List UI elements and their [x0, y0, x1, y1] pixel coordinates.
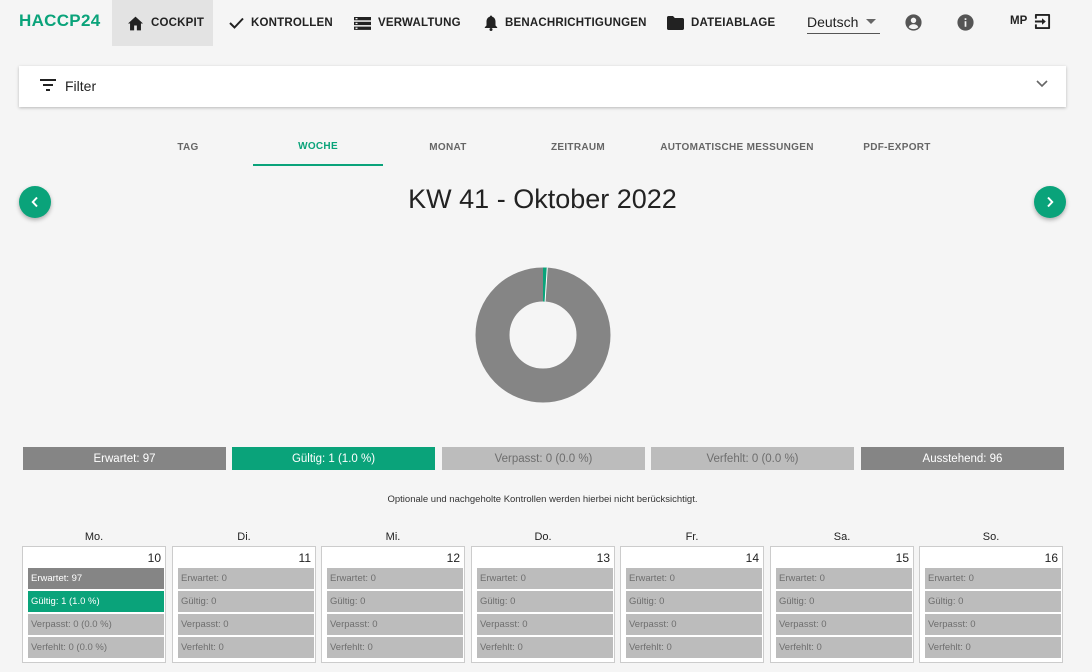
day-erwartet: Erwartet: 0 [925, 568, 1061, 589]
info-note: Optionale und nachgeholte Kontrollen wer… [387, 494, 698, 505]
day-date: 12 [446, 551, 460, 565]
nav-verwaltung-label: VERWALTUNG [378, 17, 461, 29]
language-value: Deutsch [807, 13, 859, 30]
day-header: Fr. [685, 531, 699, 543]
brand-logo[interactable]: HACCP24 [19, 11, 100, 31]
tab-monat[interactable]: MONAT [383, 128, 513, 166]
user-logout-button[interactable]: MP [1010, 10, 1051, 32]
day-card[interactable]: 13 Erwartet: 0 Gültig: 0 Verpasst: 0 Ver… [471, 546, 615, 663]
day-header: Sa. [833, 531, 851, 543]
day-card[interactable]: 16 Erwartet: 0 Gültig: 0 Verpasst: 0 Ver… [919, 546, 1063, 663]
info-icon[interactable] [955, 12, 975, 32]
summary-verpasst: Verpasst: 0 (0.0 %) [442, 447, 645, 470]
summary-ausstehend: Ausstehend: 96 [861, 447, 1064, 470]
day-verpasst: Verpasst: 0 [178, 614, 314, 635]
day-date: 11 [298, 551, 311, 565]
filter-panel[interactable]: Filter [19, 66, 1066, 107]
day-verfehlt: Verfehlt: 0 [925, 637, 1061, 658]
nav-verwaltung[interactable]: VERWALTUNG [354, 0, 461, 46]
nav-cockpit-label: COCKPIT [151, 17, 205, 29]
summary-erwartet: Erwartet: 97 [23, 447, 226, 470]
day-erwartet: Erwartet: 97 [28, 568, 164, 589]
day-verpasst: Verpasst: 0 [925, 614, 1061, 635]
day-gueltig: Gültig: 0 [327, 591, 463, 612]
check-icon [229, 17, 244, 29]
day-header: Mi. [385, 531, 401, 543]
logout-icon [1035, 13, 1051, 29]
tab-tag[interactable]: TAG [123, 128, 253, 166]
nav-benachrichtigungen-label: BENACHRICHTIGUNGEN [505, 17, 647, 29]
day-gueltig: Gültig: 0 [925, 591, 1061, 612]
user-initials: MP [1010, 15, 1028, 27]
nav-benachrichtigungen[interactable]: BENACHRICHTIGUNGEN [484, 0, 647, 46]
day-verfehlt: Verfehlt: 0 (0.0 %) [28, 637, 164, 658]
day-erwartet: Erwartet: 0 [178, 568, 314, 589]
day-card[interactable]: 15 Erwartet: 0 Gültig: 0 Verpasst: 0 Ver… [770, 546, 914, 663]
account-icon[interactable] [903, 12, 923, 32]
dropdown-arrow-icon [866, 18, 876, 24]
day-date: 13 [596, 551, 610, 565]
day-verfehlt: Verfehlt: 0 [626, 637, 762, 658]
storage-icon [354, 16, 371, 30]
tab-woche[interactable]: WOCHE [253, 128, 383, 166]
filter-icon [40, 79, 56, 91]
day-erwartet: Erwartet: 0 [477, 568, 613, 589]
day-verpasst: Verpasst: 0 [776, 614, 912, 635]
day-gueltig: Gültig: 0 [178, 591, 314, 612]
day-date: 14 [745, 551, 759, 565]
day-card[interactable]: 10 Erwartet: 97 Gültig: 1 (1.0 %) Verpas… [22, 546, 166, 663]
day-gueltig: Gültig: 1 (1.0 %) [28, 591, 164, 612]
day-verfehlt: Verfehlt: 0 [776, 637, 912, 658]
nav-kontrollen[interactable]: KONTROLLEN [229, 0, 333, 46]
day-header: Do. [534, 531, 552, 543]
day-card[interactable]: 14 Erwartet: 0 Gültig: 0 Verpasst: 0 Ver… [620, 546, 764, 663]
day-verpasst: Verpasst: 0 (0.0 %) [28, 614, 164, 635]
chevron-right-icon [1047, 196, 1054, 208]
day-verpasst: Verpasst: 0 [477, 614, 613, 635]
day-verfehlt: Verfehlt: 0 [178, 637, 314, 658]
summary-gueltig: Gültig: 1 (1.0 %) [232, 447, 435, 470]
day-date: 10 [147, 551, 161, 565]
top-app-bar: HACCP24 COCKPIT KONTROLLEN VERWALTUNG BE… [0, 0, 1092, 46]
summary-verfehlt: Verfehlt: 0 (0.0 %) [651, 447, 854, 470]
day-header: Mo. [84, 531, 104, 543]
day-verfehlt: Verfehlt: 0 [327, 637, 463, 658]
language-select[interactable]: Deutsch [807, 10, 880, 34]
next-week-button[interactable] [1034, 186, 1066, 218]
home-icon [128, 16, 143, 30]
day-date: 15 [895, 551, 909, 565]
day-header: Di. [237, 531, 251, 543]
chevron-down-icon [1036, 80, 1048, 88]
week-title: KW 41 - Oktober 2022 [408, 184, 677, 214]
folder-icon [667, 16, 684, 30]
nav-cockpit[interactable]: COCKPIT [112, 0, 213, 46]
day-verpasst: Verpasst: 0 [626, 614, 762, 635]
nav-kontrollen-label: KONTROLLEN [251, 17, 333, 29]
tab-zeitraum[interactable]: ZEITRAUM [513, 128, 643, 166]
day-gueltig: Gültig: 0 [626, 591, 762, 612]
day-card[interactable]: 12 Erwartet: 0 Gültig: 0 Verpasst: 0 Ver… [321, 546, 465, 663]
day-header: So. [982, 531, 1000, 543]
day-erwartet: Erwartet: 0 [626, 568, 762, 589]
day-erwartet: Erwartet: 0 [327, 568, 463, 589]
day-verfehlt: Verfehlt: 0 [477, 637, 613, 658]
tab-automatische-messungen[interactable]: AUTOMATISCHE MESSUNGEN [652, 128, 822, 166]
nav-dateiablage-label: DATEIABLAGE [691, 17, 776, 29]
bell-icon [484, 15, 498, 31]
day-verpasst: Verpasst: 0 [327, 614, 463, 635]
tab-pdf-export[interactable]: PDF-EXPORT [832, 128, 962, 166]
nav-dateiablage[interactable]: DATEIABLAGE [667, 0, 775, 46]
week-donut-chart [475, 267, 611, 403]
day-gueltig: Gültig: 0 [477, 591, 613, 612]
day-gueltig: Gültig: 0 [776, 591, 912, 612]
day-date: 16 [1044, 551, 1058, 565]
filter-label: Filter [65, 78, 97, 94]
day-card[interactable]: 11 Erwartet: 0 Gültig: 0 Verpasst: 0 Ver… [172, 546, 316, 663]
day-erwartet: Erwartet: 0 [776, 568, 912, 589]
